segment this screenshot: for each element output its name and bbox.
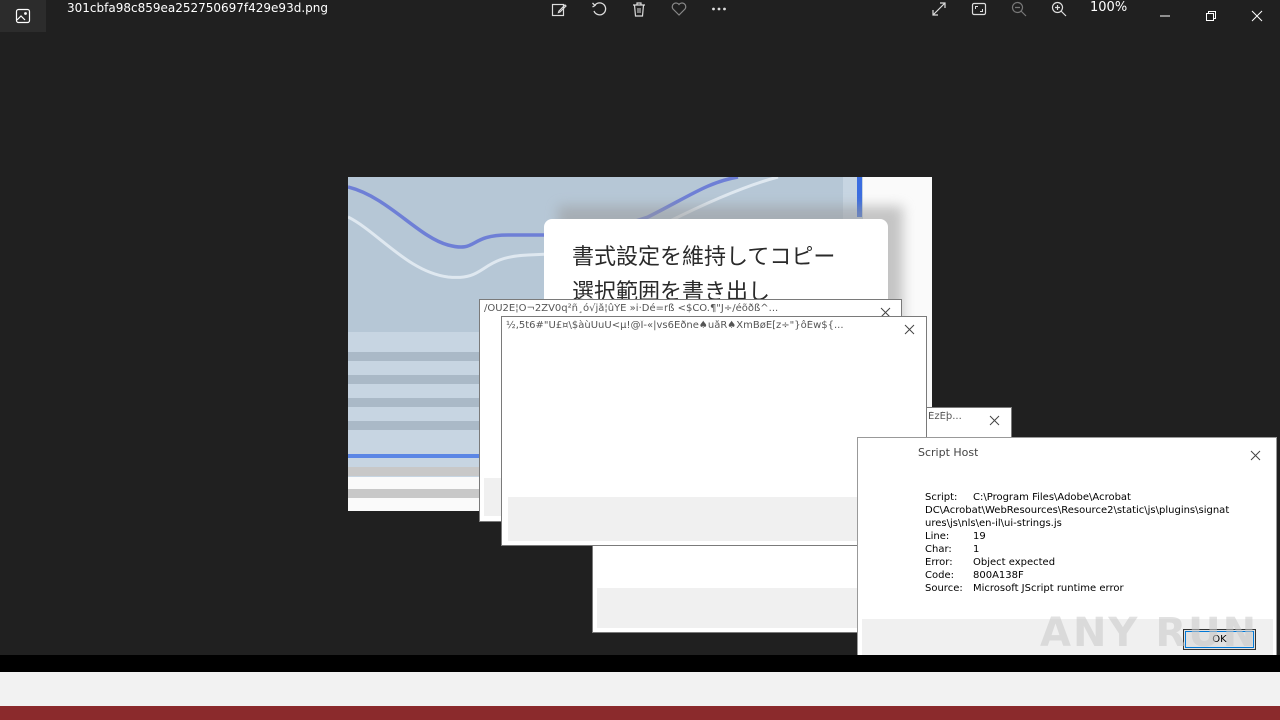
code-value: 800A138F (973, 570, 1024, 581)
splash-highlight (348, 454, 483, 458)
close-icon[interactable] (989, 411, 1005, 427)
fullscreen-icon[interactable] (927, 0, 951, 18)
splash-row (348, 489, 483, 498)
source-value: Microsoft JScript runtime error (973, 583, 1124, 594)
title-bar: 301cbfa98c859ea252750697f429e93d.png 100… (0, 0, 1280, 32)
viewer-bottom-bar (0, 655, 1280, 672)
error-label: Error: (925, 557, 953, 568)
line-value: 19 (973, 531, 986, 542)
rotate-icon[interactable] (587, 0, 611, 18)
script-value-cont: DC\Acrobat\WebResources\Resource2\static… (925, 505, 1230, 516)
splash-row (348, 467, 483, 476)
delete-icon[interactable] (627, 0, 651, 18)
close-button[interactable] (1234, 0, 1280, 32)
source-label: Source: (925, 583, 963, 594)
close-icon[interactable] (904, 320, 920, 336)
background-strip (0, 706, 1280, 720)
error-value: Object expected (973, 557, 1056, 568)
line-label: Line: (925, 531, 950, 542)
splash-text-line1: 書式設定を維持してコピー (572, 245, 836, 270)
dialog-title: Script Host (918, 446, 979, 459)
char-label: Char: (925, 544, 952, 555)
script-label: Script: (925, 492, 958, 503)
favorite-icon[interactable] (667, 0, 691, 18)
char-value: 1 (973, 544, 980, 555)
edit-image-icon[interactable] (547, 0, 571, 18)
close-icon[interactable] (1250, 446, 1266, 462)
restore-button[interactable] (1188, 0, 1234, 32)
zoom-level[interactable]: 100% (1090, 0, 1127, 15)
dialog-title: ½,5t6#"Ü£¤\$àùÛuÜ<µ!@Î-«|vs6Ëðne♠uåR♠XmB… (506, 320, 844, 331)
script-value-cont: ures\js\nls\en-il\ui-strings.js (925, 518, 1062, 529)
minimize-button[interactable] (1142, 0, 1188, 32)
script-value: C:\Program Files\Adobe\Acrobat (973, 492, 1131, 503)
zoom-out-icon[interactable] (1007, 0, 1031, 18)
anyrun-watermark: ANY RUN (1040, 610, 1259, 656)
fit-icon[interactable] (967, 0, 991, 18)
code-label: Code: (925, 570, 954, 581)
zoom-in-icon[interactable] (1047, 0, 1071, 18)
more-icon[interactable] (707, 0, 731, 18)
dialog-title: /OÙ2E¦Ò¬2ZV0q²ñ¸ó√jå¦ûÝE »i·Dé=rß <$CÖ.¶… (484, 303, 779, 314)
taskbar-area (0, 672, 1280, 706)
dialog-title: ÉzÉþ... (928, 411, 962, 422)
file-name: 301cbfa98c859ea252750697f429e93d.png (67, 1, 328, 15)
photos-app-icon[interactable] (0, 0, 46, 32)
